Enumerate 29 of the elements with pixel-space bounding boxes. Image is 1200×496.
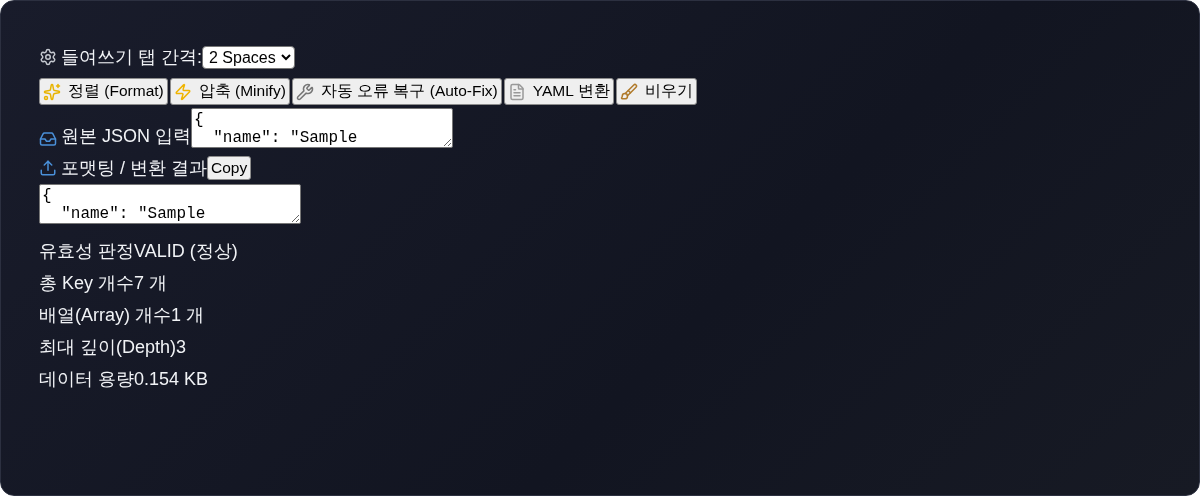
stat-label: 최대 깊이(Depth) bbox=[39, 336, 177, 358]
output-label: 포맷팅 / 변환 결과 bbox=[61, 157, 207, 180]
stat-value: VALID (정상) bbox=[134, 240, 238, 262]
stat-label: 배열(Array) 개수 bbox=[39, 304, 171, 326]
settings-icon bbox=[39, 48, 57, 66]
toolbar-button[interactable]: 정렬 (Format) bbox=[39, 78, 168, 105]
stat-value: 1 개 bbox=[171, 304, 204, 326]
stat-label: 유효성 판정 bbox=[39, 240, 134, 262]
toolbar-button[interactable]: 압축 (Minify) bbox=[169, 78, 290, 105]
wrench-icon bbox=[295, 82, 314, 101]
stat-label: 총 Key 개수 bbox=[39, 272, 135, 294]
lightning-icon bbox=[173, 82, 192, 101]
result-field[interactable]: { "name": "Sample bbox=[39, 184, 301, 224]
toolbar-button[interactable]: YAML 변환 bbox=[503, 78, 614, 105]
stat-value: 7 개 bbox=[134, 272, 168, 294]
copy-button[interactable]: Copy bbox=[207, 156, 252, 180]
outbox-tray-icon bbox=[39, 159, 57, 177]
stat-value: 3 bbox=[176, 336, 187, 358]
indent-label: 들여쓰기 탭 간격: bbox=[61, 46, 202, 69]
sparkles-icon bbox=[43, 82, 61, 101]
stat-label: 데이터 용량 bbox=[39, 368, 134, 390]
input-label: 원본 JSON 입력 bbox=[61, 125, 191, 148]
inbox-tray-icon bbox=[39, 130, 57, 148]
indent-select[interactable]: 2 Spaces bbox=[202, 45, 295, 69]
stat-value: 0.154 KB bbox=[134, 368, 209, 390]
json-input-field[interactable]: { "name": "Sample bbox=[191, 108, 453, 148]
toolbar-button[interactable]: 자동 오류 복구 (Auto-Fix) bbox=[291, 78, 502, 105]
toolbar-button[interactable]: 비우기 bbox=[615, 78, 697, 105]
document-icon bbox=[507, 82, 526, 101]
